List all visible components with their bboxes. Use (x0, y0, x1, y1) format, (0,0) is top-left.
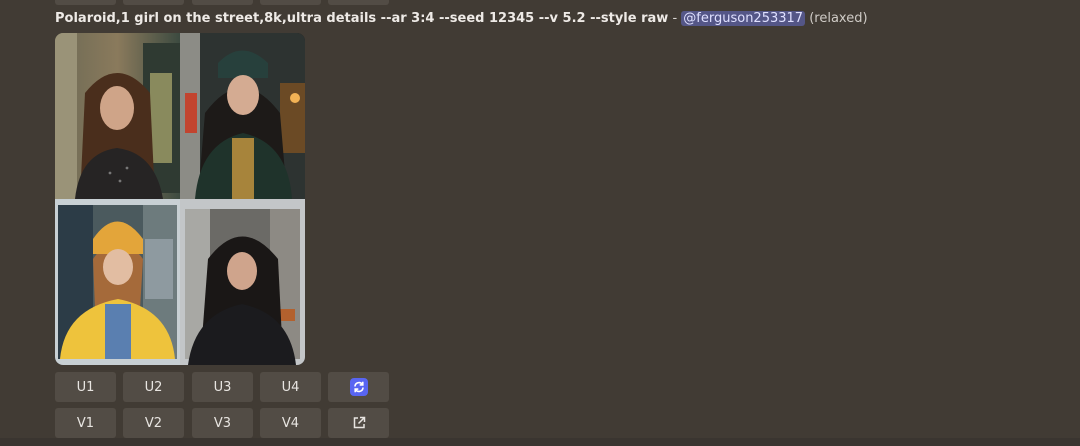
portrait-image (180, 33, 305, 199)
image-tile-1[interactable] (55, 33, 180, 199)
upscale-4-button[interactable]: U4 (260, 372, 321, 402)
image-tile-3[interactable] (55, 199, 180, 365)
variation-3-button[interactable]: V3 (192, 408, 253, 438)
upscale-3-button[interactable]: U3 (192, 372, 253, 402)
previous-message-button[interactable] (328, 0, 389, 5)
image-grid[interactable] (55, 33, 305, 365)
previous-message-button[interactable] (55, 0, 116, 5)
refresh-icon (349, 378, 368, 396)
separator: - (668, 11, 682, 26)
variation-4-button[interactable]: V4 (260, 408, 321, 438)
prompt-text: Polaroid,1 girl on the street,8k,ultra d… (55, 11, 669, 26)
previous-message-button[interactable] (192, 0, 253, 5)
message-header: Polaroid,1 girl on the street,8k,ultra d… (55, 11, 868, 26)
open-web-button[interactable] (328, 408, 389, 438)
previous-message-button[interactable] (260, 0, 321, 5)
portrait-image (55, 33, 180, 199)
variation-2-button[interactable]: V2 (123, 408, 184, 438)
image-tile-2[interactable] (180, 33, 305, 199)
variation-1-button[interactable]: V1 (55, 408, 116, 438)
image-tile-4[interactable] (180, 199, 305, 365)
portrait-image (180, 199, 305, 365)
user-mention[interactable]: @ferguson253317 (681, 11, 806, 26)
open-external-icon (353, 416, 365, 429)
reroll-button[interactable] (328, 372, 389, 402)
upscale-2-button[interactable]: U2 (123, 372, 184, 402)
job-status: (relaxed) (809, 11, 868, 26)
portrait-image (55, 199, 180, 365)
upscale-1-button[interactable]: U1 (55, 372, 116, 402)
bottom-divider (0, 438, 1080, 446)
previous-message-button[interactable] (123, 0, 184, 5)
